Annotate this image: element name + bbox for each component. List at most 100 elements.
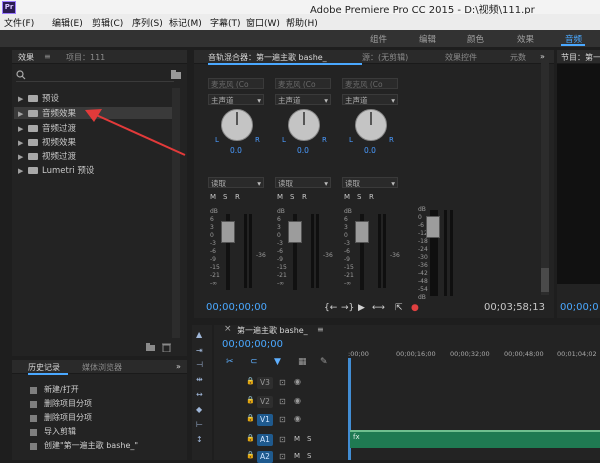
new-bin-icon[interactable] [170,70,183,80]
master-volume-fader[interactable] [426,216,440,238]
lock-icon[interactable]: 🔒 [246,434,255,442]
automation-dropdown[interactable]: 读取 ▾ [342,177,398,188]
solo-button[interactable]: S [290,193,294,201]
program-timecode[interactable]: 00;00;0 [560,302,599,313]
record-icon[interactable]: ● [411,303,419,313]
mute-button[interactable]: M [344,193,350,201]
pan-value[interactable]: 0.0 [297,146,309,155]
rolling-edit-tool-icon[interactable]: ⇹ [196,375,203,384]
mixer-scrollbar[interactable] [541,60,549,295]
search-icon[interactable] [16,70,26,80]
solo-button[interactable]: S [357,193,361,201]
tree-item-video-transitions[interactable]: ▶ 视频过渡 [18,150,76,162]
track-label-a1[interactable]: A1 [257,434,273,446]
track-label-v2[interactable]: V2 [257,396,273,408]
track-label-v3[interactable]: V3 [257,377,273,389]
close-tab-icon[interactable]: × [224,324,232,334]
lock-icon[interactable]: 🔒 [246,414,255,422]
tab-source[interactable]: 源：(无剪辑) [362,52,408,63]
track-label-v1[interactable]: V1 [257,414,273,426]
tree-item-audio-effects[interactable]: ▶ 音频效果 [18,107,76,119]
go-to-out-icon[interactable]: →} [341,303,354,313]
timeline-settings-icon[interactable]: ▦ [298,357,307,367]
tab-sequence[interactable]: 第一遍主歌 bashe_ [237,325,308,336]
mute-button[interactable]: M [277,193,283,201]
mute-track-button[interactable]: M [294,435,300,443]
tab-audio-track-mixer[interactable]: 音轨混合器：第一遍主歌 bashe_ [208,52,327,63]
sync-lock-icon[interactable]: ⊡ [279,435,286,444]
output-bus-dropdown[interactable]: 主声道 ▾ [342,94,398,105]
tab-menu-icon[interactable]: ≡ [317,325,324,334]
tab-effect-controls[interactable]: 效果控件 [445,52,477,63]
output-bus-dropdown[interactable]: 主声道 ▾ [275,94,331,105]
tab-program[interactable]: 节目：第一 [561,52,600,63]
loop-icon[interactable]: ⟷ [372,303,385,313]
razor-tool-icon[interactable]: ◆ [196,405,202,414]
record-enable-button[interactable]: R [369,193,374,201]
expand-arrow-icon[interactable]: ▶ [18,167,26,175]
expand-arrow-icon[interactable]: ▶ [18,95,26,103]
expand-arrow-icon[interactable]: ▶ [18,110,26,118]
track-label-a2[interactable]: A2 [257,451,273,463]
pan-value[interactable]: 0.0 [364,146,376,155]
automation-dropdown[interactable]: 读取 ▾ [275,177,331,188]
trash-icon[interactable] [162,343,171,353]
record-enable-button[interactable]: R [235,193,240,201]
tab-metadata[interactable]: 元数 [510,52,526,63]
expand-arrow-icon[interactable]: ▶ [18,153,26,161]
history-item[interactable]: 新建/打开 [44,384,79,395]
menu-edit[interactable]: 编辑(E) [52,16,83,29]
snap-icon[interactable]: ✂ [226,357,234,367]
automation-dropdown[interactable]: 读取 ▾ [208,177,264,188]
pan-knob[interactable] [288,109,320,141]
solo-track-button[interactable]: S [307,452,311,460]
program-viewer[interactable] [557,64,600,284]
sync-lock-icon[interactable]: ⊡ [279,415,286,424]
menu-sequence[interactable]: 序列(S) [132,16,163,29]
slide-tool-icon[interactable]: ↕ [196,435,203,444]
menu-help[interactable]: 帮助(H) [286,16,318,29]
slip-tool-icon[interactable]: ⊢ [196,420,203,429]
menu-marker[interactable]: 标记(M) [169,16,202,29]
mixer-scroll-thumb[interactable] [541,268,549,292]
mute-button[interactable]: M [210,193,216,201]
export-icon[interactable]: ⇱ [395,303,403,313]
tab-project[interactable]: 项目：111 [66,52,105,63]
input-dropdown[interactable]: 麦克风 (Co [275,78,331,89]
pan-knob[interactable] [221,109,253,141]
input-dropdown[interactable]: 麦克风 (Co [208,78,264,89]
menu-title[interactable]: 字幕(T) [210,16,241,29]
lock-icon[interactable]: 🔒 [246,377,255,385]
solo-button[interactable]: S [223,193,227,201]
expand-arrow-icon[interactable]: ▶ [18,139,26,147]
tree-item-lumetri-presets[interactable]: ▶ Lumetri 预设 [18,164,94,176]
menu-clip[interactable]: 剪辑(C) [92,16,123,29]
pan-knob[interactable] [355,109,387,141]
workspace-editing[interactable]: 编辑 [419,33,436,45]
eye-icon[interactable]: ◉ [294,396,301,405]
record-enable-button[interactable]: R [302,193,307,201]
mute-track-button[interactable]: M [294,452,300,460]
tab-menu-icon[interactable]: ≡ [44,52,51,61]
rate-stretch-tool-icon[interactable]: ↔ [196,390,203,399]
eye-icon[interactable]: ◉ [294,414,301,423]
selection-tool-icon[interactable]: ▲ [196,330,202,339]
expand-arrow-icon[interactable]: ▶ [18,125,26,133]
lock-icon[interactable]: 🔒 [246,451,255,459]
output-bus-dropdown[interactable]: 主声道 ▾ [208,94,264,105]
eye-icon[interactable]: ◉ [294,377,301,386]
sync-lock-icon[interactable]: ⊡ [279,378,286,387]
pan-value[interactable]: 0.0 [230,146,242,155]
play-icon[interactable]: ▶ [358,303,365,313]
input-dropdown[interactable]: 麦克风 (Co [342,78,398,89]
go-to-in-icon[interactable]: {← [324,303,337,313]
volume-fader[interactable] [288,221,302,243]
volume-fader[interactable] [355,221,369,243]
audio-clip[interactable]: fx [350,430,600,448]
menu-window[interactable]: 窗口(W) [246,16,280,29]
tab-effects[interactable]: 效果 [18,52,34,63]
tree-item-audio-transitions[interactable]: ▶ 音频过渡 [18,122,76,134]
menu-file[interactable]: 文件(F) [4,16,34,29]
history-item[interactable]: 创建"第一遍主歌 bashe_" [44,440,138,451]
solo-track-button[interactable]: S [307,435,311,443]
